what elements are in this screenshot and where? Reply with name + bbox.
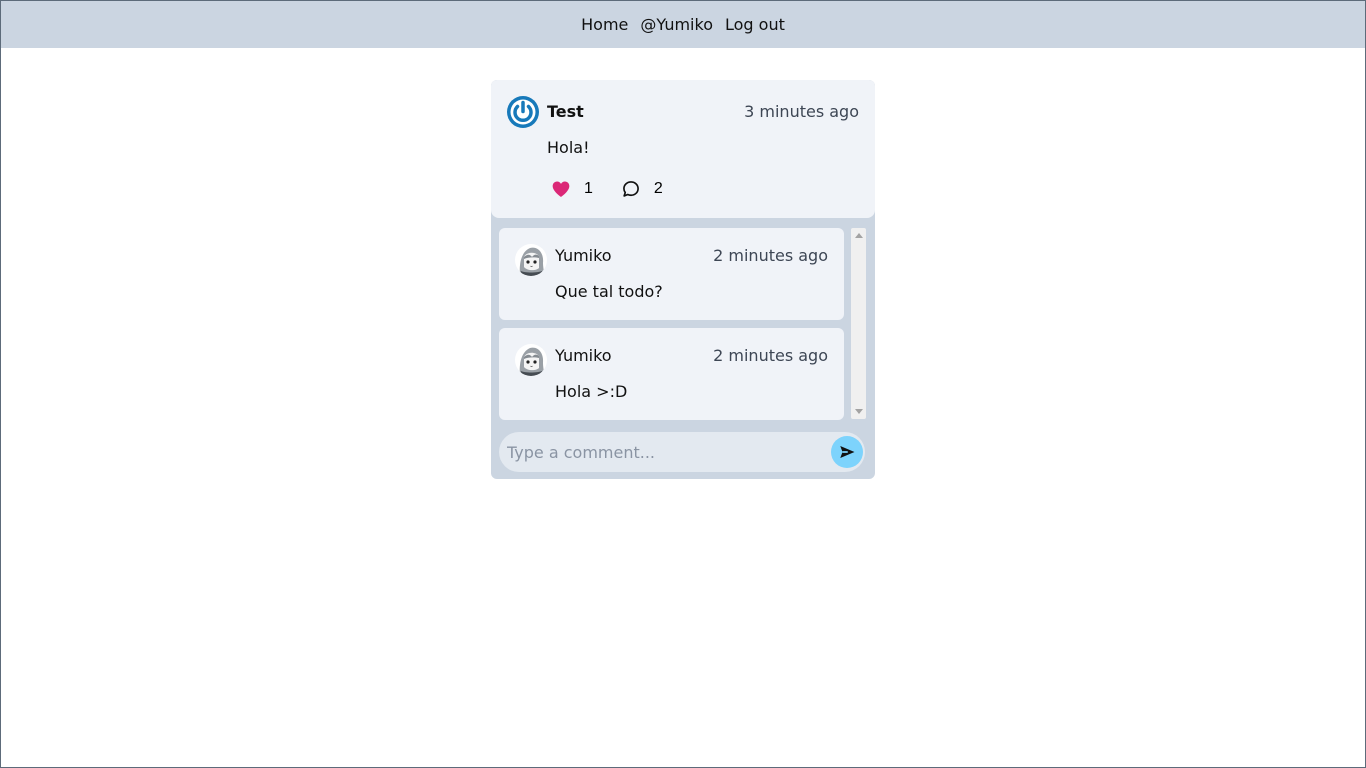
comment-bubble-icon: [621, 179, 641, 199]
comment-item: Yumiko 2 minutes ago Que tal todo?: [499, 228, 844, 320]
anime-avatar-icon: [515, 344, 547, 376]
comment-input[interactable]: [499, 432, 819, 472]
comment-text: Hola >:D: [555, 382, 628, 401]
power-icon: [507, 96, 539, 128]
scroll-up-arrow-icon[interactable]: [855, 233, 863, 238]
post-main: Test 3 minutes ago Hola! 1 2: [491, 80, 875, 218]
post-card: Test 3 minutes ago Hola! 1 2 Yumiko 2 mi…: [491, 80, 875, 479]
comment-count: 2: [653, 180, 663, 197]
comment-form: [499, 432, 865, 472]
heart-icon: [551, 179, 571, 199]
anime-avatar-icon: [515, 244, 547, 276]
nav-home-link[interactable]: Home: [581, 1, 628, 48]
scroll-down-arrow-icon[interactable]: [855, 409, 863, 414]
comment-item: Yumiko 2 minutes ago Hola >:D: [499, 328, 844, 420]
top-navigation: Home @Yumiko Log out: [1, 1, 1365, 48]
send-icon: [838, 443, 856, 461]
post-author[interactable]: Test: [547, 101, 584, 123]
nav-profile-link[interactable]: @Yumiko: [640, 1, 713, 48]
like-button[interactable]: 1: [551, 178, 621, 200]
post-text: Hola!: [547, 138, 590, 157]
comment-button[interactable]: 2: [621, 178, 663, 200]
send-comment-button[interactable]: [831, 436, 863, 468]
comments-list[interactable]: Yumiko 2 minutes ago Que tal todo? Yumik…: [499, 228, 867, 420]
comment-timestamp: 2 minutes ago: [713, 346, 828, 365]
like-count: 1: [584, 180, 593, 197]
comment-author[interactable]: Yumiko: [555, 245, 612, 267]
comments-scrollbar[interactable]: [851, 228, 866, 419]
comment-text: Que tal todo?: [555, 282, 663, 301]
comment-author[interactable]: Yumiko: [555, 345, 612, 367]
post-timestamp: 3 minutes ago: [744, 102, 859, 121]
comment-timestamp: 2 minutes ago: [713, 246, 828, 265]
post-actions: 1 2: [551, 178, 663, 200]
nav-logout-link[interactable]: Log out: [725, 1, 785, 48]
